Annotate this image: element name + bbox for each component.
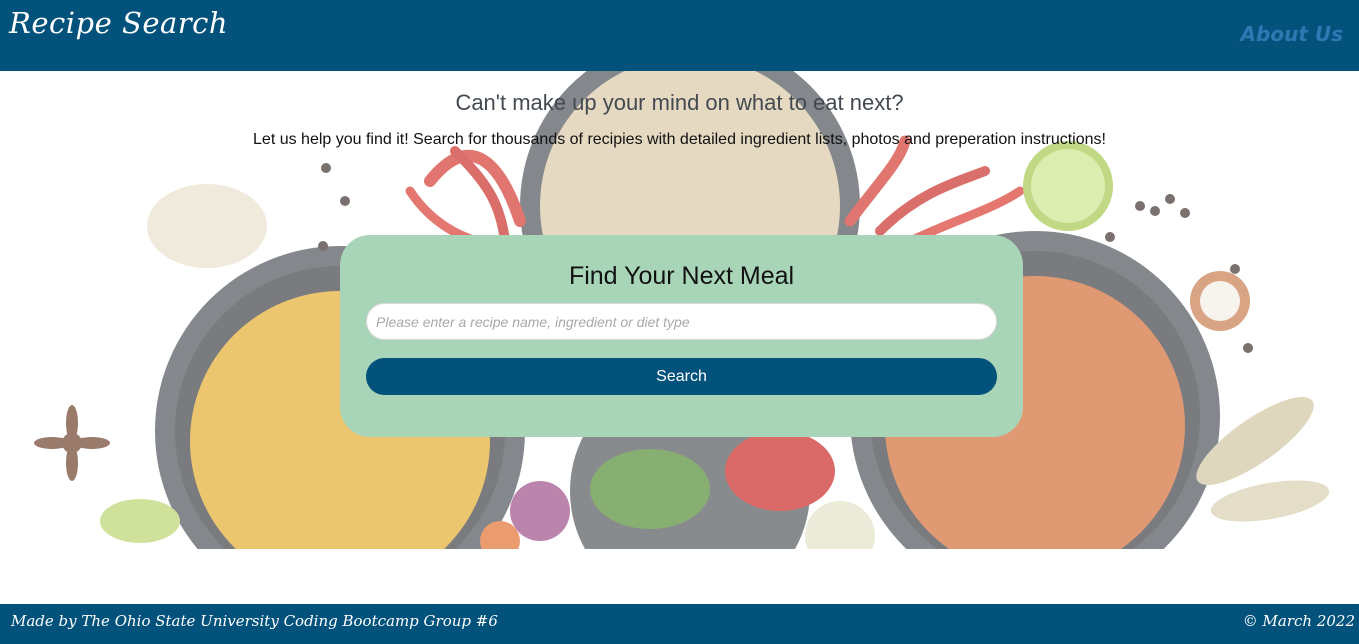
footer-credit: Made by The Ohio State University Coding…	[11, 612, 498, 630]
footer-copyright: © March 2022	[1242, 612, 1355, 630]
recipe-search-input[interactable]	[366, 303, 997, 340]
hero-description: Let us help you find it! Search for thou…	[253, 131, 1106, 148]
about-us-link[interactable]: About Us	[1241, 22, 1343, 46]
hero-tagline: Can't make up your mind on what to eat n…	[455, 90, 904, 115]
search-card-title: Find Your Next Meal	[568, 262, 795, 290]
search-button[interactable]: Search	[366, 358, 997, 395]
hero-section: Can't make up your mind on what to eat n…	[0, 71, 1359, 549]
search-card: Find Your Next Meal Search	[340, 235, 1023, 437]
top-navbar: Recipe Search About Us	[0, 0, 1359, 71]
site-title[interactable]: Recipe Search	[9, 6, 228, 40]
footer: Made by The Ohio State University Coding…	[0, 604, 1359, 644]
